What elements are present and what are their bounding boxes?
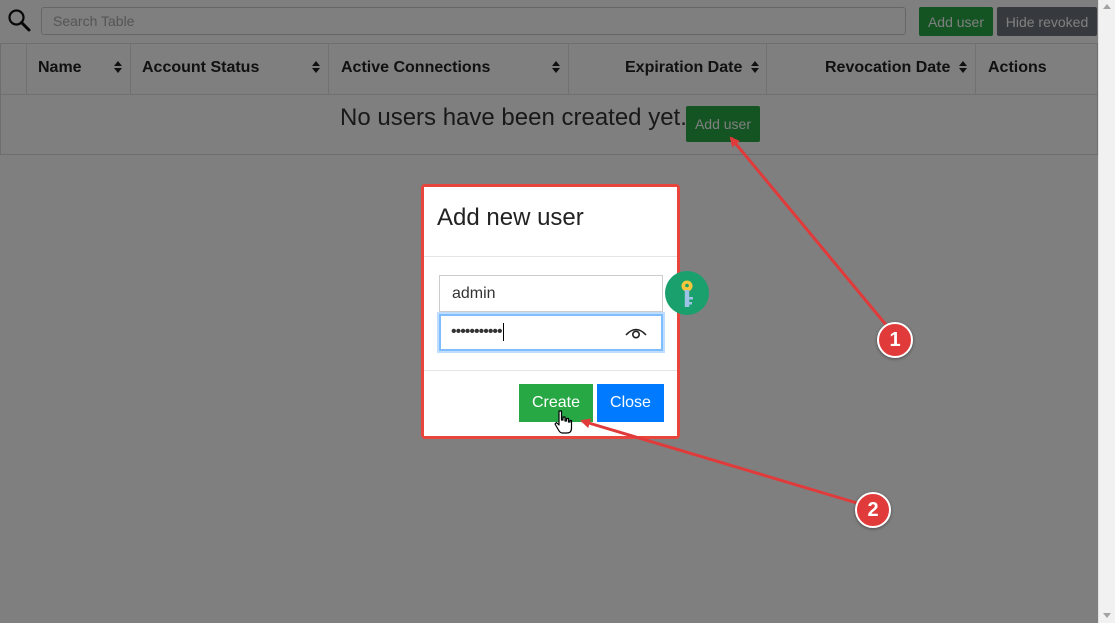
vertical-scrollbar[interactable] bbox=[1098, 0, 1115, 623]
hand-cursor-icon bbox=[554, 410, 573, 434]
close-button[interactable]: Close bbox=[597, 384, 664, 422]
add-user-modal: Add new user ••••••••••• Create Close bbox=[424, 187, 709, 436]
key-icon[interactable] bbox=[665, 271, 709, 315]
modal-title: Add new user bbox=[437, 204, 584, 231]
divider bbox=[424, 370, 677, 371]
step-badge-1: 1 bbox=[877, 322, 913, 358]
eye-icon[interactable] bbox=[625, 326, 647, 340]
scroll-up-icon[interactable] bbox=[1103, 4, 1111, 9]
scroll-down-icon[interactable] bbox=[1103, 613, 1111, 618]
password-value: ••••••••••• bbox=[451, 323, 504, 341]
text-caret bbox=[502, 323, 504, 341]
step-badge-2: 2 bbox=[855, 492, 891, 528]
password-field[interactable]: ••••••••••• bbox=[439, 314, 663, 351]
divider bbox=[424, 256, 677, 257]
username-field[interactable] bbox=[439, 275, 663, 312]
